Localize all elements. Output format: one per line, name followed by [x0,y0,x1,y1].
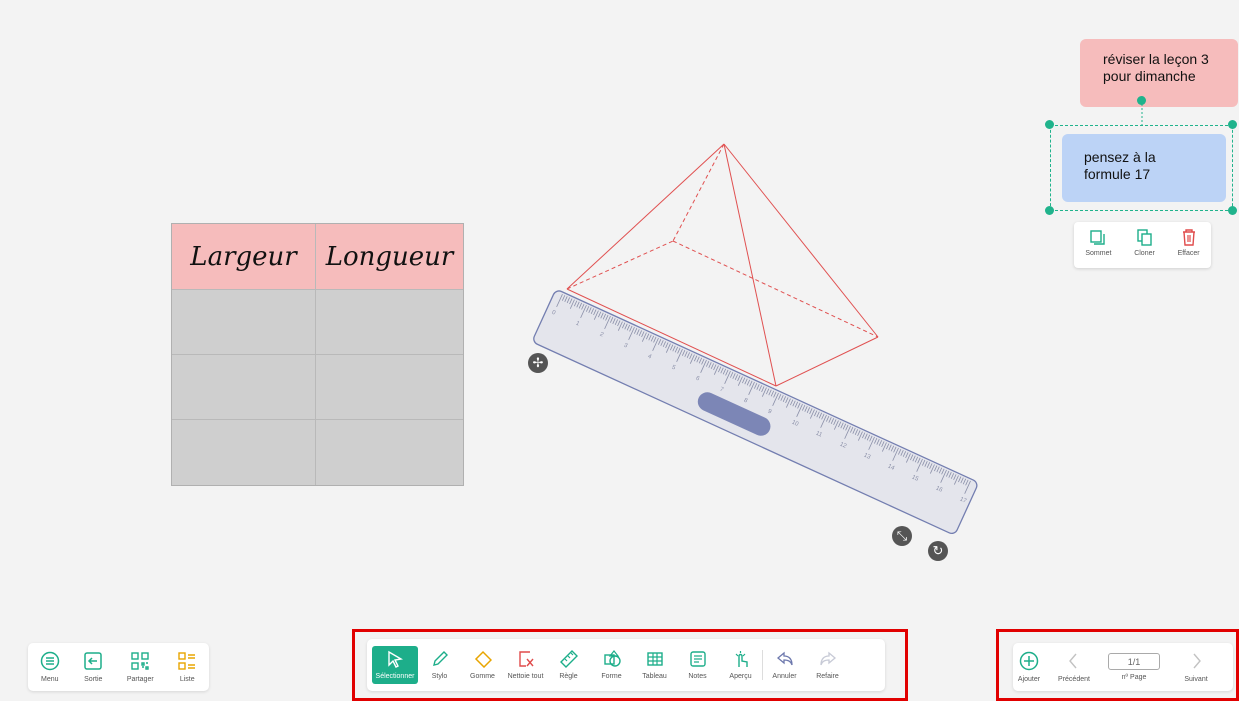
sticky-note-blue[interactable]: pensez à la formule 17 [1062,134,1226,202]
note-text-line: formule 17 [1084,166,1151,182]
partager-button[interactable]: Partager [127,643,154,691]
selection-handle[interactable] [1045,120,1054,129]
sortie-button[interactable]: Sortie [83,643,103,691]
bring-to-top-icon [1090,230,1106,245]
liste-button[interactable]: Liste [177,643,197,691]
partager-label: Partager [126,676,154,683]
effacer-label: Effacer [1177,250,1200,257]
list-icon [178,652,196,670]
note-text-line: pour dimanche [1103,68,1196,84]
cloner-button[interactable]: Cloner [1134,228,1155,257]
sommet-label: Sommet [1085,250,1112,257]
menu-button[interactable]: Menu [40,643,60,691]
note-text-line: réviser la leçon 3 [1103,51,1209,67]
effacer-button[interactable]: Effacer [1178,228,1200,257]
highlight-frame-toolbar [352,629,908,701]
ruler-tool[interactable]: 01234567891011121314151617 [0,0,1239,701]
ruler-rotate-handle[interactable]: ↻ [928,541,948,561]
ruler-move-handle[interactable]: ✢ [528,353,548,373]
menu-icon [40,651,60,671]
left-toolbar: Menu Sortie Partager Liste [28,643,209,691]
note-action-panel: Sommet Cloner Effacer [1074,222,1211,268]
clone-icon [1136,229,1152,246]
sticky-note-pink[interactable]: réviser la leçon 3 pour dimanche [1080,39,1238,107]
note-text-line: pensez à la [1084,149,1156,165]
exit-icon [84,652,103,670]
highlight-frame-navigation [996,629,1239,701]
cloner-label: Cloner [1134,250,1155,257]
selection-handle[interactable] [1045,206,1054,215]
menu-label: Menu [41,676,59,683]
trash-icon [1182,229,1195,246]
selection-handle[interactable] [1228,120,1237,129]
sortie-label: Sortie [84,676,103,683]
liste-label: Liste [179,676,195,683]
ruler-resize-handle[interactable]: ⤡ [892,526,912,546]
selection-handle[interactable] [1228,206,1237,215]
qr-code-icon [131,652,149,670]
sommet-button[interactable]: Sommet [1085,228,1111,257]
connector-line [1141,100,1143,128]
